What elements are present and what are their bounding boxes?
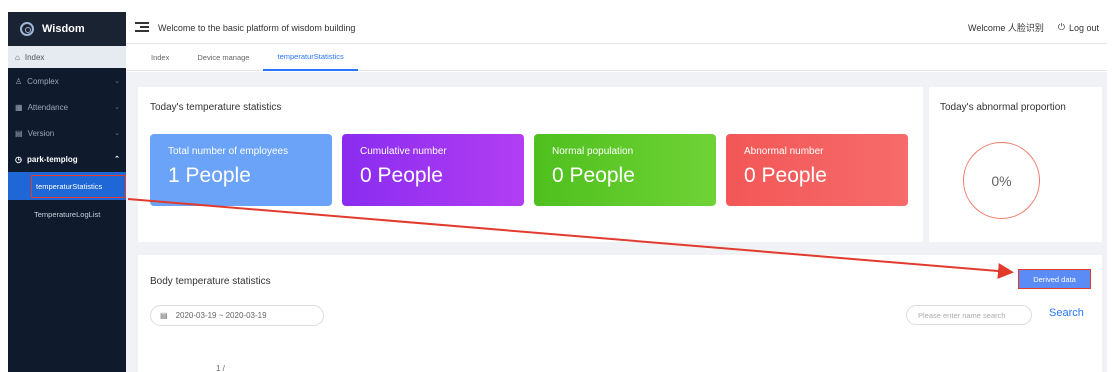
stat-label: Cumulative number xyxy=(360,146,447,157)
sidebar-item-park-templog[interactable]: ◷ park-templog ⌃ xyxy=(8,146,126,172)
search-button[interactable]: Search xyxy=(1049,307,1084,319)
sidebar-item-label: park-templog xyxy=(26,154,78,164)
main-content: Today's temperature statistics Total num… xyxy=(126,72,1107,372)
stat-value: 1 People xyxy=(168,164,251,187)
sidebar-item-label: Index xyxy=(24,52,45,62)
chevron-down-icon: ⌄ xyxy=(114,130,120,137)
today-stats-title: Today's temperature statistics xyxy=(150,102,282,113)
app: Wisdom ⌂ Index ♙ Complex ⌄ ▦ Attendance … xyxy=(0,0,1115,372)
sidebar-item-index[interactable]: ⌂ Index xyxy=(8,46,126,68)
sidebar: Wisdom ⌂ Index ♙ Complex ⌄ ▦ Attendance … xyxy=(8,12,126,372)
today-stats-card: Today's temperature statistics Total num… xyxy=(138,87,923,242)
logout-button[interactable]: ⏻ Log out xyxy=(1058,22,1099,33)
logout-label: Log out xyxy=(1068,22,1099,33)
chevron-down-icon: ⌄ xyxy=(114,104,120,111)
tab-bar: Index Device manage temperaturStatistics xyxy=(126,44,1107,71)
sidebar-item-label: Attendance xyxy=(27,102,69,112)
menu-toggle-icon[interactable] xyxy=(135,22,149,33)
person-icon: ♙ xyxy=(15,76,23,86)
logo: Wisdom xyxy=(8,12,126,46)
logout-icon: ⏻ xyxy=(1057,22,1065,32)
abnormal-proportion-value: 0% xyxy=(991,172,1012,189)
sidebar-item-version[interactable]: ▤ Version ⌄ xyxy=(8,120,126,146)
stat-value: 0 People xyxy=(360,164,443,187)
document-icon: ▤ xyxy=(15,128,23,138)
stat-label: Total number of employees xyxy=(168,146,289,157)
sidebar-subitem-label: temperaturStatistics xyxy=(31,174,126,198)
stat-card-total: Total number of employees 1 People xyxy=(150,134,332,206)
stat-card-normal: Normal population 0 People xyxy=(534,134,716,206)
sidebar-subitem-temperatur-statistics[interactable]: temperaturStatistics xyxy=(8,172,126,200)
page-header-title: Welcome to the basic platform of wisdom … xyxy=(158,22,356,33)
sidebar-item-label: Complex xyxy=(27,76,59,86)
stat-card-cumulative: Cumulative number 0 People xyxy=(342,134,524,206)
topbar: Welcome to the basic platform of wisdom … xyxy=(126,12,1107,44)
name-search-input[interactable]: Please enter name search xyxy=(906,305,1032,325)
wisdom-logo-icon xyxy=(20,22,34,36)
sidebar-item-label: Version xyxy=(27,128,55,138)
tab-temperatur-statistics[interactable]: temperaturStatistics xyxy=(263,44,358,71)
date-range-value: 2020-03-19 ~ 2020-03-19 xyxy=(175,311,267,320)
date-range-picker[interactable]: ▤ 2020-03-19 ~ 2020-03-19 xyxy=(150,305,324,326)
stat-label: Abnormal number xyxy=(744,146,824,157)
abnormal-proportion-title: Today's abnormal proportion xyxy=(940,102,1066,113)
stat-label: Normal population xyxy=(552,146,634,157)
chevron-down-icon: ⌄ xyxy=(114,78,120,85)
tab-device-manage[interactable]: Device manage xyxy=(183,44,263,71)
clock-icon: ◷ xyxy=(15,154,22,164)
chart-y-tick: 1 / xyxy=(216,364,225,372)
calendar-icon: ▤ xyxy=(160,311,168,320)
chevron-up-icon: ⌃ xyxy=(114,156,120,163)
sidebar-item-attendance[interactable]: ▦ Attendance ⌄ xyxy=(8,94,126,120)
stat-value: 0 People xyxy=(552,164,635,187)
derived-data-button[interactable]: Derived data xyxy=(1018,269,1091,289)
abnormal-proportion-card: Today's abnormal proportion 0% xyxy=(929,87,1102,242)
stat-value: 0 People xyxy=(744,164,827,187)
body-temperature-card: Body temperature statistics Derived data… xyxy=(138,255,1102,372)
logo-text: Wisdom xyxy=(42,23,85,35)
abnormal-proportion-ring: 0% xyxy=(963,142,1040,219)
tab-index[interactable]: Index xyxy=(151,44,183,71)
sidebar-subitem-temperature-log-list[interactable]: TemperatureLogList xyxy=(8,200,126,228)
sidebar-subitem-label: TemperatureLogList xyxy=(34,209,101,219)
stat-card-abnormal: Abnormal number 0 People xyxy=(726,134,908,206)
sidebar-item-complex[interactable]: ♙ Complex ⌄ xyxy=(8,68,126,94)
body-temperature-title: Body temperature statistics xyxy=(150,276,271,287)
welcome-user: Welcome 人脸识别 xyxy=(967,23,1044,33)
calendar-icon: ▦ xyxy=(15,102,23,112)
home-icon: ⌂ xyxy=(15,52,20,62)
